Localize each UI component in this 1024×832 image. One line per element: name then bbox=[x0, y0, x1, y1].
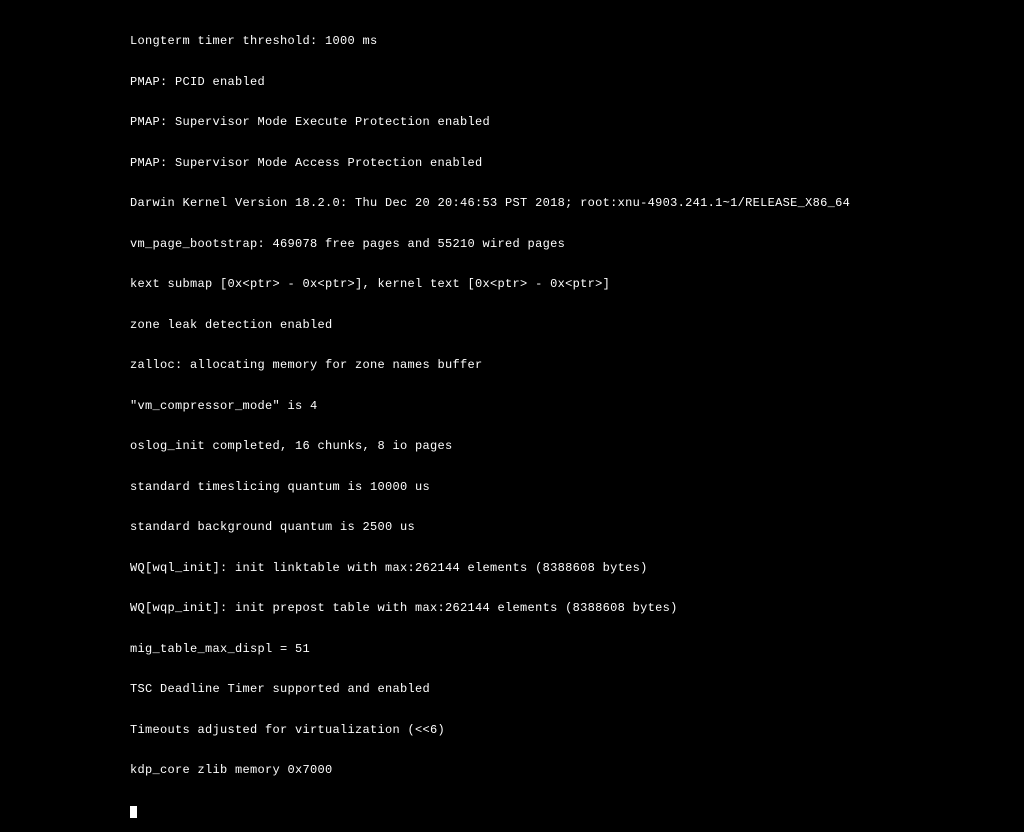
boot-line: oslog_init completed, 16 chunks, 8 io pa… bbox=[130, 440, 850, 454]
boot-line: vm_page_bootstrap: 469078 free pages and… bbox=[130, 238, 850, 252]
boot-line: PMAP: Supervisor Mode Execute Protection… bbox=[130, 116, 850, 130]
cursor-icon bbox=[130, 806, 137, 818]
boot-line: Darwin Kernel Version 18.2.0: Thu Dec 20… bbox=[130, 197, 850, 211]
boot-line: kdp_core zlib memory 0x7000 bbox=[130, 764, 850, 778]
boot-line: PMAP: Supervisor Mode Access Protection … bbox=[130, 157, 850, 171]
boot-line: "vm_compressor_mode" is 4 bbox=[130, 400, 850, 414]
boot-line: kext submap [0x<ptr> - 0x<ptr>], kernel … bbox=[130, 278, 850, 292]
boot-console: Longterm timer threshold: 1000 ms PMAP: … bbox=[130, 8, 850, 832]
boot-line: TSC Deadline Timer supported and enabled bbox=[130, 683, 850, 697]
boot-line: WQ[wql_init]: init linktable with max:26… bbox=[130, 562, 850, 576]
boot-line: mig_table_max_displ = 51 bbox=[130, 643, 850, 657]
boot-line: standard timeslicing quantum is 10000 us bbox=[130, 481, 850, 495]
boot-line: zalloc: allocating memory for zone names… bbox=[130, 359, 850, 373]
boot-line: zone leak detection enabled bbox=[130, 319, 850, 333]
boot-line: standard background quantum is 2500 us bbox=[130, 521, 850, 535]
boot-cursor-line bbox=[130, 805, 850, 819]
boot-line: WQ[wqp_init]: init prepost table with ma… bbox=[130, 602, 850, 616]
boot-line: Longterm timer threshold: 1000 ms bbox=[130, 35, 850, 49]
boot-line: PMAP: PCID enabled bbox=[130, 76, 850, 90]
boot-line: Timeouts adjusted for virtualization (<<… bbox=[130, 724, 850, 738]
